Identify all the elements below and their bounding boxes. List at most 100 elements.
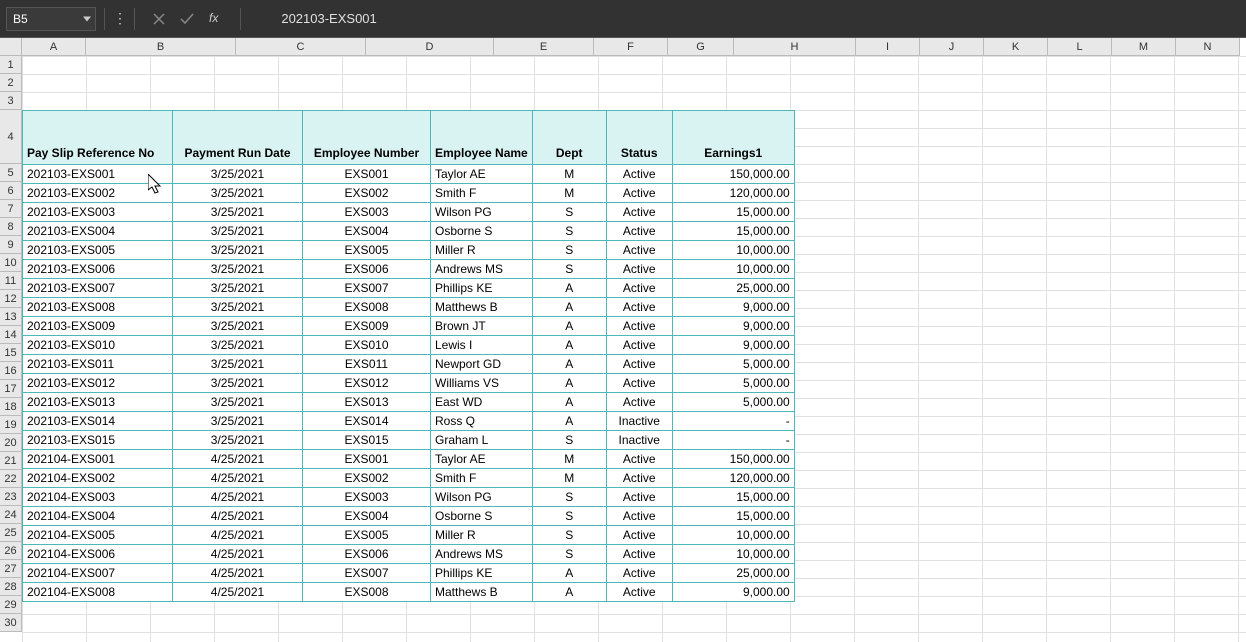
row-header-8[interactable]: 8	[0, 218, 22, 236]
row-header-25[interactable]: 25	[0, 524, 22, 542]
col-header-h[interactable]: H	[734, 38, 856, 56]
cell-dept[interactable]: S	[532, 260, 606, 279]
cell-ref[interactable]: 202103-EXS008	[23, 298, 173, 317]
cell-earn[interactable]: 10,000.00	[672, 526, 794, 545]
row-header-28[interactable]: 28	[0, 578, 22, 596]
cell-status[interactable]: Active	[606, 545, 672, 564]
cell-dept[interactable]: A	[532, 564, 606, 583]
cell-dept[interactable]: S	[532, 222, 606, 241]
cell-ref[interactable]: 202103-EXS006	[23, 260, 173, 279]
cell-earn[interactable]: 9,000.00	[672, 336, 794, 355]
cell-empno[interactable]: EXS002	[303, 184, 431, 203]
cell-earn[interactable]: 15,000.00	[672, 222, 794, 241]
cell-date[interactable]: 4/25/2021	[173, 583, 303, 602]
col-header-j[interactable]: J	[920, 38, 984, 56]
col-header-e[interactable]: E	[494, 38, 594, 56]
cell-empno[interactable]: EXS001	[303, 450, 431, 469]
cell-name[interactable]: Phillips KE	[431, 279, 533, 298]
cell-name[interactable]: Phillips KE	[431, 564, 533, 583]
cell-status[interactable]: Active	[606, 450, 672, 469]
col-header-m[interactable]: M	[1112, 38, 1176, 56]
cell-status[interactable]: Active	[606, 260, 672, 279]
cell-empno[interactable]: EXS006	[303, 260, 431, 279]
cell-earn[interactable]: 150,000.00	[672, 450, 794, 469]
cell-name[interactable]: Wilson PG	[431, 203, 533, 222]
cell-dept[interactable]: S	[532, 507, 606, 526]
row-header-9[interactable]: 9	[0, 236, 22, 254]
cell-earn[interactable]: 9,000.00	[672, 298, 794, 317]
cell-dept[interactable]: M	[532, 469, 606, 488]
cell-empno[interactable]: EXS009	[303, 317, 431, 336]
row-header-4[interactable]: 4	[0, 110, 22, 164]
cell-empno[interactable]: EXS010	[303, 336, 431, 355]
cell-ref[interactable]: 202103-EXS003	[23, 203, 173, 222]
header-date[interactable]: Payment Run Date	[173, 111, 303, 165]
col-header-k[interactable]: K	[984, 38, 1048, 56]
row-header-13[interactable]: 13	[0, 308, 22, 326]
name-box[interactable]: B5	[6, 7, 96, 31]
cell-date[interactable]: 3/25/2021	[173, 184, 303, 203]
cell-date[interactable]: 3/25/2021	[173, 431, 303, 450]
cell-empno[interactable]: EXS005	[303, 241, 431, 260]
cell-earn[interactable]: 9,000.00	[672, 583, 794, 602]
row-header-7[interactable]: 7	[0, 200, 22, 218]
row-header-19[interactable]: 19	[0, 416, 22, 434]
accept-icon[interactable]	[179, 11, 195, 27]
cell-dept[interactable]: M	[532, 184, 606, 203]
cell-dept[interactable]: A	[532, 583, 606, 602]
cell-name[interactable]: East WD	[431, 393, 533, 412]
header-status[interactable]: Status	[606, 111, 672, 165]
cell-status[interactable]: Active	[606, 488, 672, 507]
cell-ref[interactable]: 202103-EXS002	[23, 184, 173, 203]
cell-ref[interactable]: 202104-EXS002	[23, 469, 173, 488]
row-header-10[interactable]: 10	[0, 254, 22, 272]
cell-empno[interactable]: EXS008	[303, 298, 431, 317]
cell-name[interactable]: Osborne S	[431, 222, 533, 241]
cell-empno[interactable]: EXS008	[303, 583, 431, 602]
cell-ref[interactable]: 202103-EXS007	[23, 279, 173, 298]
cell-name[interactable]: Miller R	[431, 526, 533, 545]
more-icon[interactable]: ⋮	[113, 10, 126, 27]
cell-date[interactable]: 4/25/2021	[173, 450, 303, 469]
cell-empno[interactable]: EXS007	[303, 279, 431, 298]
cell-empno[interactable]: EXS001	[303, 165, 431, 184]
cell-ref[interactable]: 202103-EXS005	[23, 241, 173, 260]
cell-empno[interactable]: EXS015	[303, 431, 431, 450]
row-header-21[interactable]: 21	[0, 452, 22, 470]
cell-date[interactable]: 3/25/2021	[173, 317, 303, 336]
cell-dept[interactable]: A	[532, 279, 606, 298]
cell-status[interactable]: Active	[606, 507, 672, 526]
row-header-20[interactable]: 20	[0, 434, 22, 452]
cell-dept[interactable]: S	[532, 241, 606, 260]
cell-status[interactable]: Active	[606, 336, 672, 355]
cell-dept[interactable]: S	[532, 431, 606, 450]
cell-status[interactable]: Inactive	[606, 412, 672, 431]
cell-status[interactable]: Active	[606, 564, 672, 583]
row-header-5[interactable]: 5	[0, 164, 22, 182]
cell-earn[interactable]: -	[672, 431, 794, 450]
cell-dept[interactable]: S	[532, 545, 606, 564]
cell-dept[interactable]: A	[532, 393, 606, 412]
cell-name[interactable]: Graham L	[431, 431, 533, 450]
cell-ref[interactable]: 202104-EXS004	[23, 507, 173, 526]
row-header-16[interactable]: 16	[0, 362, 22, 380]
cell-date[interactable]: 3/25/2021	[173, 279, 303, 298]
cell-status[interactable]: Active	[606, 241, 672, 260]
cell-name[interactable]: Ross Q	[431, 412, 533, 431]
cell-dept[interactable]: A	[532, 336, 606, 355]
cell-name[interactable]: Andrews MS	[431, 260, 533, 279]
col-header-d[interactable]: D	[366, 38, 494, 56]
row-header-22[interactable]: 22	[0, 470, 22, 488]
cell-ref[interactable]: 202104-EXS005	[23, 526, 173, 545]
cell-name[interactable]: Osborne S	[431, 507, 533, 526]
cell-empno[interactable]: EXS002	[303, 469, 431, 488]
cell-date[interactable]: 3/25/2021	[173, 222, 303, 241]
cell-dept[interactable]: M	[532, 165, 606, 184]
cell-ref[interactable]: 202103-EXS010	[23, 336, 173, 355]
select-all-corner[interactable]	[0, 38, 22, 56]
cell-date[interactable]: 3/25/2021	[173, 412, 303, 431]
cell-earn[interactable]: 5,000.00	[672, 355, 794, 374]
cell-earn[interactable]: 120,000.00	[672, 469, 794, 488]
cell-name[interactable]: Matthews B	[431, 298, 533, 317]
cell-name[interactable]: Smith F	[431, 184, 533, 203]
